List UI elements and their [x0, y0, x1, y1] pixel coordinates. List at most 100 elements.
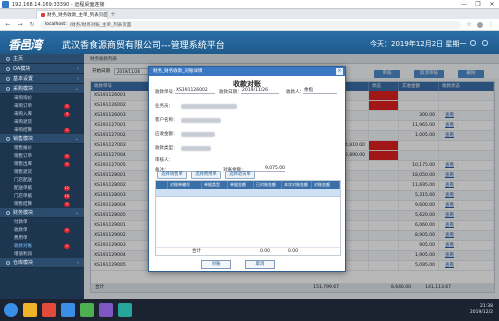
cancel-button[interactable]: 取消: [245, 260, 275, 269]
tab-title: 财务_财务收款_主单_列表页面: [47, 13, 108, 18]
count-badge: 1: [64, 243, 70, 249]
column-header[interactable]: 本次对账金额: [282, 181, 312, 189]
sidebar-item-store-delivery[interactable]: 门店配送: [0, 176, 84, 184]
select-sales-button[interactable]: 选择销售单: [157, 171, 187, 179]
sidebar-item-purchase-in[interactable]: 采购入库 3: [0, 110, 84, 118]
column-header[interactable]: 对账单编号: [168, 181, 202, 189]
url-field[interactable]: localhost: /财务/财务对账_主单_列表页面: [40, 20, 461, 29]
new-tab-button[interactable]: +: [108, 10, 118, 19]
sidebar-item-purchase-settle[interactable]: 采购结算 1: [0, 126, 84, 134]
url-host: localhost:: [45, 22, 67, 27]
settings-icon: [6, 76, 10, 81]
forward-icon[interactable]: →: [16, 21, 24, 28]
count-badge: 1: [64, 227, 70, 233]
start-button-icon[interactable]: [4, 303, 18, 317]
app-icon[interactable]: [61, 303, 75, 317]
browser-tabstrip: 财务_财务收款_主单_列表页面 × +: [0, 9, 499, 19]
reload-icon[interactable]: ↻: [28, 21, 36, 28]
sidebar-item-delivery-docs[interactable]: 配送单据 12: [0, 184, 84, 192]
select-return-button[interactable]: 选择退货单: [225, 171, 255, 179]
inner-table-header: 对账单编号 单据类型 单据金额 已对账金额 本次对账金额 对账金额: [156, 181, 340, 189]
warehouse-icon: [6, 260, 10, 265]
restore-button[interactable]: ❐: [471, 0, 485, 8]
nav-section-purchase[interactable]: 采购模块 ⌄: [0, 84, 84, 94]
app-icon[interactable]: [118, 303, 132, 317]
receiver-select[interactable]: 余指: [303, 87, 337, 94]
bookmark-star-icon[interactable]: ☆: [465, 21, 473, 28]
sidebar-item-payment[interactable]: 付款单: [0, 218, 84, 226]
address-bar: ← → ↻ localhost: /财务/财务对账_主单_列表页面 ☆ ⋮: [0, 19, 499, 31]
sidebar-item-profit[interactable]: 增值利润: [0, 250, 84, 258]
order-no-field[interactable]: XS191126002: [175, 87, 215, 94]
count-badge: 1: [64, 127, 70, 133]
reconcile-dialog: 财务_财务收款_对账详情 × 收款对账 收款单号： XS191126002 收款…: [148, 66, 346, 272]
sidebar-item-purchase-inquiry[interactable]: 采购询价: [0, 94, 84, 102]
close-button[interactable]: ✕: [485, 0, 499, 8]
column-header[interactable]: 单据金额: [228, 181, 254, 189]
sales-icon: [6, 136, 10, 141]
sidebar-item-sales-return[interactable]: 销售退货: [0, 168, 84, 176]
back-icon[interactable]: ←: [4, 21, 12, 28]
table-row[interactable]: [156, 189, 340, 197]
sidebar-item-sales-quote[interactable]: 销售报价: [0, 144, 84, 152]
system-clock[interactable]: 21:38 2019/12/2: [470, 304, 493, 316]
column-header[interactable]: 对账金额: [312, 181, 340, 189]
sidebar-item-receipt-reconcile[interactable]: 收款对账 1: [0, 242, 84, 250]
chevron-left-icon: ‹: [77, 65, 79, 72]
sidebar-item-purchase-order[interactable]: 采购订单 1: [0, 102, 84, 110]
logout-icon[interactable]: [482, 40, 488, 46]
inner-total-label: 合计: [192, 249, 201, 254]
nav-section-warehouse[interactable]: 仓库模块 ‹: [0, 258, 84, 268]
type-label: 收款类型：: [155, 146, 178, 151]
browser-tab[interactable]: 财务_财务收款_主单_列表页面 ×: [36, 10, 108, 19]
count-badge: 10: [63, 193, 70, 199]
select-expense-button[interactable]: 选择费用单: [191, 171, 221, 179]
confirm-reconcile-button[interactable]: 对账: [201, 260, 231, 269]
file-explorer-icon[interactable]: [23, 303, 37, 317]
home-icon: [6, 56, 10, 61]
sidebar-item-sales-order[interactable]: 销售订单 1: [0, 152, 84, 160]
nav-section-settings[interactable]: 基本设置 ‹: [0, 74, 84, 84]
sidebar-item-sales-settle[interactable]: 销售结算 1: [0, 200, 84, 208]
dialog-close-icon[interactable]: ×: [336, 68, 343, 75]
app-icon[interactable]: [42, 303, 56, 317]
nav-section-finance[interactable]: 财务模块 ⌄: [0, 208, 84, 218]
order-date-field[interactable]: 2019/11/26: [241, 87, 279, 94]
menu-icon[interactable]: ⋮: [487, 21, 495, 28]
window-controls: — ❐ ✕: [457, 0, 499, 8]
count-badge: 3: [64, 111, 70, 117]
user-icon[interactable]: [470, 40, 476, 46]
app-icon[interactable]: [99, 303, 113, 317]
sidebar-item-store-docs[interactable]: 门店单据 10: [0, 192, 84, 200]
profile-icon[interactable]: [477, 21, 483, 28]
sidebar: 主页 OA模块 ‹ 基本设置 ‹ 采购模块 ⌄ 采购询价 采购订单 1 采购入库 3 采购…: [0, 54, 84, 299]
count-badge: 1: [64, 201, 70, 207]
count-badge: 1: [64, 103, 70, 109]
purchase-icon: [6, 86, 10, 91]
reconcile-items-table: 对账单编号 单据类型 单据金额 已对账金额 本次对账金额 对账金额 合计 0.0…: [155, 180, 341, 256]
dialog-title: 财务_财务收款_对账详情: [153, 69, 203, 74]
blurred-field: [181, 118, 221, 123]
browser-icon[interactable]: [80, 303, 94, 317]
sidebar-item-sales-out[interactable]: 销售出库 1: [0, 160, 84, 168]
minimize-button[interactable]: —: [457, 0, 471, 8]
column-header[interactable]: 已对账金额: [254, 181, 282, 189]
nav-section-home[interactable]: 主页: [0, 54, 84, 64]
nav-section-sales[interactable]: 销售模块 ⌄: [0, 134, 84, 144]
sidebar-item-purchase-return[interactable]: 采购退货: [0, 118, 84, 126]
auditor-label: 审核人：: [155, 158, 173, 163]
finance-icon: [6, 210, 10, 215]
remote-desktop-icon: [2, 0, 9, 8]
sidebar-item-expense[interactable]: 费用单: [0, 234, 84, 242]
count-badge: 1: [64, 161, 70, 167]
inner-total-value: 0.00: [260, 249, 271, 254]
dialog-titlebar: 财务_财务收款_对账详情 ×: [149, 67, 345, 76]
chevron-down-icon: ⌄: [74, 85, 79, 92]
count-badge: 1: [64, 153, 70, 159]
system-title: 武汉香食源商贸有限公司---管理系统平台: [62, 41, 225, 51]
column-header[interactable]: 单据类型: [202, 181, 228, 189]
remote-desktop-title: 192.168.14.169:33390 - 远程桌面连接: [12, 1, 105, 8]
nav-section-oa[interactable]: OA模块 ‹: [0, 64, 84, 74]
customer-label: 客户名称：: [155, 118, 178, 123]
sidebar-item-receipt[interactable]: 收款单 1: [0, 226, 84, 234]
